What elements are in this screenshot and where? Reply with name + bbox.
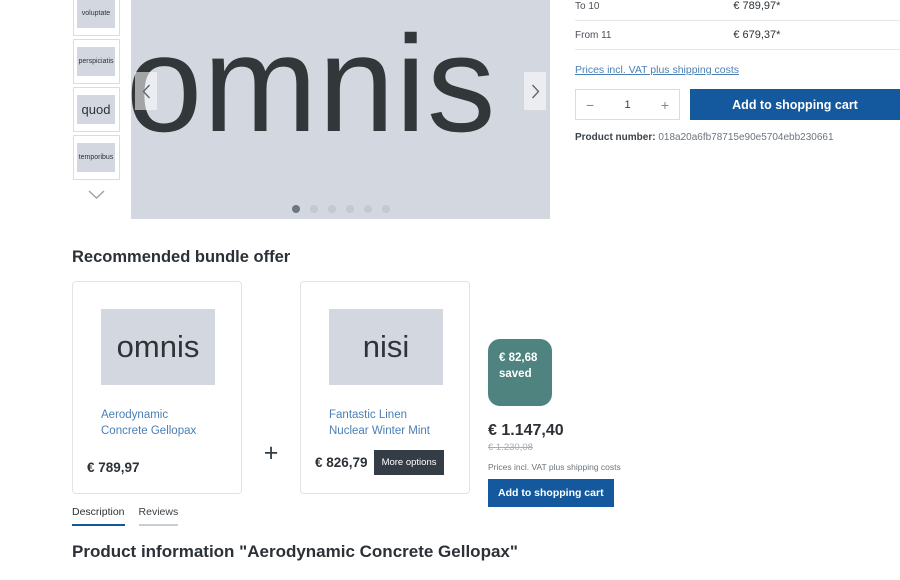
thumbnail-image-2: perspiciatis [77, 47, 115, 76]
price-row-price-0: € 789,97* [733, 0, 781, 12]
chevron-left-icon [142, 84, 150, 98]
bundle-offer-section: Recommended bundle offer omnis Aerodynam… [72, 248, 692, 507]
bundle-item-0[interactable]: omnis Aerodynamic Concrete Gellopax € 78… [72, 281, 242, 494]
thumbnail-image-3: quod [77, 95, 115, 124]
price-row-1: From 11 € 679,37* [575, 21, 900, 50]
product-detail-page: voluptate perspiciatis quod temporibus o… [0, 0, 900, 580]
bundle-item-price-0: € 789,97 [87, 460, 140, 475]
bundle-item-image-1: nisi [329, 309, 443, 385]
bundle-item-footer-1: € 826,79 More options [301, 450, 469, 475]
product-number: Product number: 018a20a6fb78715e90e5704e… [575, 132, 900, 143]
bundle-item-footer-0: € 789,97 [73, 460, 241, 475]
gallery-dot-0[interactable] [291, 205, 300, 213]
vat-shipping-link[interactable]: Prices incl. VAT plus shipping costs [575, 64, 900, 76]
thumbnail-image-4: temporibus [77, 143, 115, 172]
quantity-input[interactable]: 1 [624, 99, 630, 111]
tiered-price-table: To 10 € 789,97* From 11 € 679,37* [575, 0, 900, 50]
quantity-stepper[interactable]: − 1 + [575, 89, 680, 120]
gallery-dot-4[interactable] [363, 205, 372, 213]
bundle-total-price: € 1.147,40 [488, 422, 564, 439]
tab-description[interactable]: Description [72, 506, 125, 526]
thumbnail-item-1[interactable]: voluptate [72, 0, 120, 36]
gallery-dot-1[interactable] [309, 205, 318, 213]
price-row-price-1: € 679,37* [733, 29, 781, 41]
price-row-qty-0: To 10 [575, 0, 600, 12]
tab-reviews[interactable]: Reviews [138, 506, 179, 526]
bundle-old-price: € 1.230,08 [488, 442, 533, 453]
bundle-item-name-1[interactable]: Fantastic Linen Nuclear Winter Mint [329, 407, 441, 440]
bundle-item-1[interactable]: nisi Fantastic Linen Nuclear Winter Mint… [300, 281, 470, 494]
description-title: Product information "Aerodynamic Concret… [72, 542, 518, 561]
price-row-qty-1: From 11 [575, 29, 612, 41]
plus-icon[interactable]: + [661, 98, 669, 112]
thumbnail-item-3[interactable]: quod [72, 87, 120, 132]
bundle-saved-badge: € 82,68 saved [488, 339, 552, 406]
bundle-summary: € 82,68 saved € 1.147,40 € 1.230,08 Pric… [488, 281, 628, 507]
thumbnail-strip: voluptate perspiciatis quod temporibus [72, 0, 120, 203]
thumbnail-image-1: voluptate [77, 0, 115, 28]
bundle-add-to-cart-button[interactable]: Add to shopping cart [488, 479, 614, 507]
buy-box: To 10 € 789,97* From 11 € 679,37* Prices… [575, 0, 900, 143]
bundle-item-price-1: € 826,79 [315, 455, 368, 470]
gallery-dot-5[interactable] [381, 205, 390, 213]
thumbnail-item-2[interactable]: perspiciatis [72, 39, 120, 84]
bundle-plus-icon: + [263, 438, 279, 467]
gallery-next-button[interactable] [524, 72, 546, 110]
main-image-label: omnis [131, 8, 497, 161]
detail-tabs: Description Reviews [72, 506, 179, 526]
gallery-prev-button[interactable] [135, 72, 157, 110]
main-product-image[interactable]: omnis [131, 0, 550, 219]
bundle-row: omnis Aerodynamic Concrete Gellopax € 78… [72, 281, 692, 507]
gallery-dot-3[interactable] [345, 205, 354, 213]
more-options-button[interactable]: More options [373, 450, 445, 475]
product-number-value: 018a20a6fb78715e90e5704ebb230661 [658, 132, 834, 143]
purchase-controls: − 1 + Add to shopping cart [575, 89, 900, 120]
thumbnail-item-4[interactable]: temporibus [72, 135, 120, 180]
minus-icon[interactable]: − [586, 98, 594, 112]
bundle-item-name-0[interactable]: Aerodynamic Concrete Gellopax [101, 407, 213, 440]
add-to-cart-button[interactable]: Add to shopping cart [690, 89, 900, 120]
bundle-vat-note: Prices incl. VAT plus shipping costs [488, 462, 621, 472]
gallery-dot-2[interactable] [327, 205, 336, 213]
bundle-item-image-0: omnis [101, 309, 215, 385]
price-row-0: To 10 € 789,97* [575, 0, 900, 21]
product-number-label: Product number: [575, 132, 656, 143]
product-gallery: voluptate perspiciatis quod temporibus o… [0, 0, 560, 226]
chevron-right-icon [531, 84, 539, 98]
bundle-title: Recommended bundle offer [72, 248, 291, 266]
gallery-dots [131, 205, 550, 213]
chevron-down-icon[interactable] [81, 187, 111, 203]
